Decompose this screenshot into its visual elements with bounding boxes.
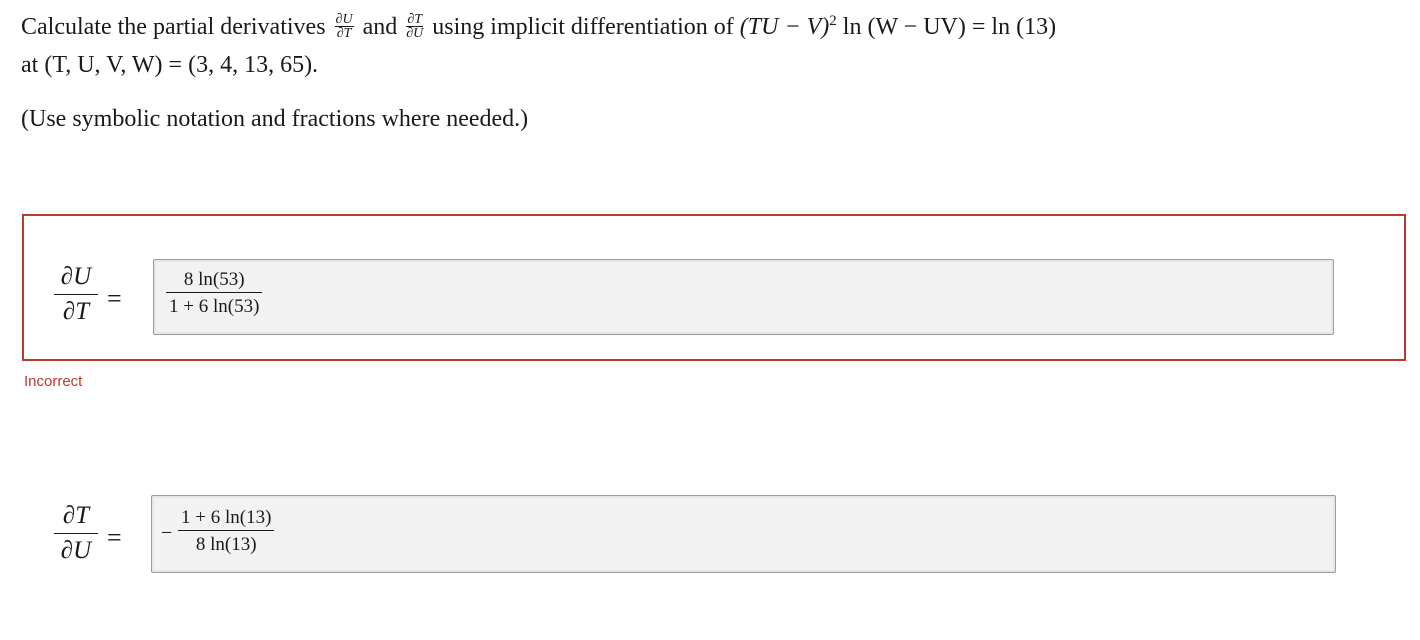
- answer1-lhs-numerator: ∂U: [54, 264, 98, 295]
- partial-u-t-inline-fraction: ∂U ∂T: [334, 11, 354, 41]
- answer2-lhs-numerator: ∂T: [54, 503, 98, 534]
- inline-frac2-numerator: ∂T: [406, 11, 424, 27]
- answer2-negative-sign: −: [161, 522, 173, 544]
- answer1-equals-sign: =: [107, 284, 122, 313]
- answer2-lhs-denominator: ∂U: [60, 537, 92, 564]
- equation-power: 2: [829, 13, 837, 29]
- answer1-value-fraction: 8 ln(53) 1 + 6 ln(53): [166, 269, 263, 317]
- equation-right: ln (W − UV) = ln (13): [842, 14, 1057, 40]
- inline-frac1-denominator: ∂T: [336, 25, 352, 41]
- answer1-lhs-denominator: ∂T: [62, 298, 90, 325]
- question-middle: using implicit differentiation of: [432, 14, 734, 40]
- answer1-input-field[interactable]: 8 ln(53) 1 + 6 ln(53): [153, 259, 1334, 335]
- notation-hint: (Use symbolic notation and fractions whe…: [21, 106, 529, 132]
- answer2-equals-sign: =: [107, 523, 122, 552]
- inline-frac1-numerator: ∂U: [334, 11, 354, 27]
- answer2-value-numerator: 1 + 6 ln(13): [178, 507, 275, 531]
- question-prompt: Calculate the partial derivatives ∂U ∂T …: [21, 8, 1056, 84]
- answer2-value-denominator: 8 ln(13): [195, 534, 257, 555]
- and-word: and: [362, 14, 398, 40]
- question-prefix: Calculate the partial derivatives: [21, 14, 326, 40]
- answer2-value-fraction: 1 + 6 ln(13) 8 ln(13): [178, 507, 275, 555]
- incorrect-status-label: Incorrect: [24, 373, 83, 390]
- answer1-lhs-fraction: ∂U ∂T: [54, 264, 98, 325]
- answer1-value-denominator: 1 + 6 ln(53): [169, 296, 260, 317]
- answer2-input-field[interactable]: − 1 + 6 ln(13) 8 ln(13): [151, 495, 1336, 573]
- answer1-value-numerator: 8 ln(53): [166, 269, 263, 293]
- answer2-lhs-fraction: ∂T ∂U: [54, 503, 98, 564]
- question-line-2: at (T, U, V, W) = (3, 4, 13, 65).: [21, 52, 319, 78]
- partial-t-u-inline-fraction: ∂T ∂U: [406, 11, 424, 41]
- equation-left: (TU − V): [739, 14, 830, 40]
- question-line-1: Calculate the partial derivatives ∂U ∂T …: [21, 8, 1056, 46]
- inline-frac2-denominator: ∂U: [406, 25, 424, 41]
